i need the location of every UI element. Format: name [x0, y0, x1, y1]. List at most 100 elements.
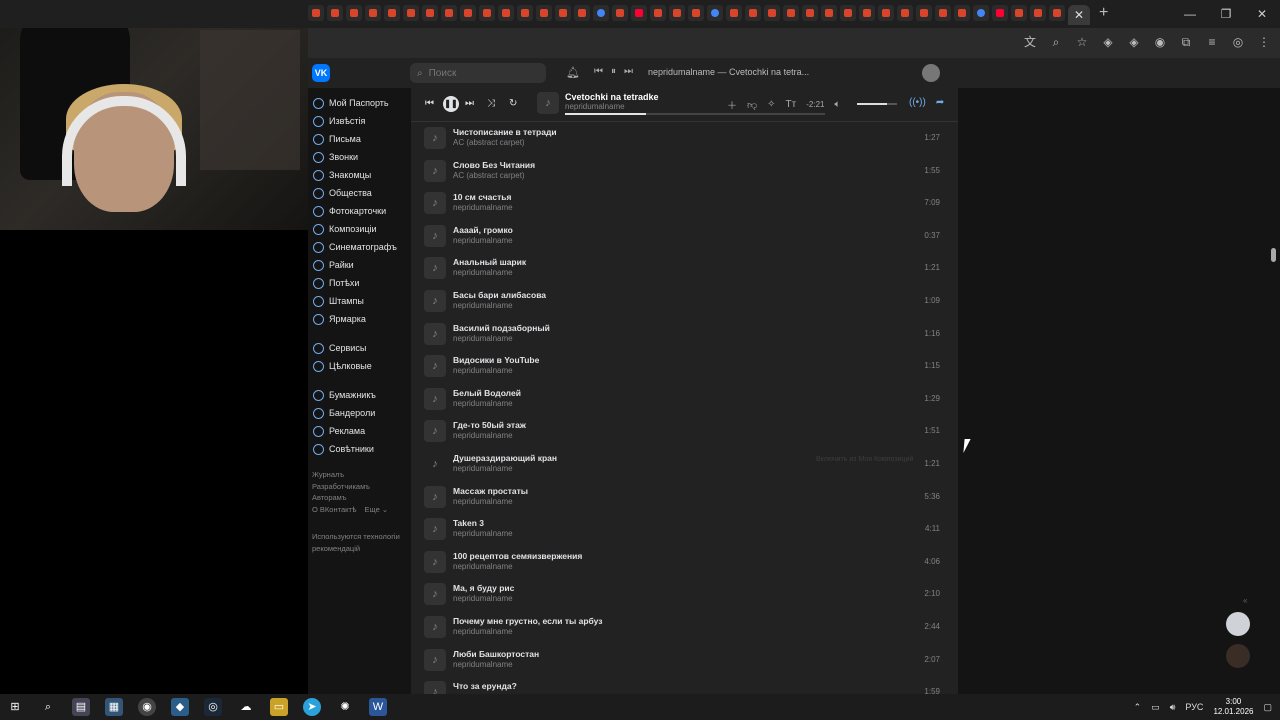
browser-tab[interactable]: [1049, 5, 1065, 21]
playback-progress-bar[interactable]: [565, 113, 825, 115]
folder-icon[interactable]: ▭: [270, 698, 288, 716]
footer-link-developers[interactable]: Разработчикамъ: [312, 481, 408, 493]
media-icon[interactable]: ≡: [1204, 34, 1220, 50]
track-title[interactable]: Где-то 50ый этаж: [453, 420, 526, 430]
share-icon[interactable]: ➦: [936, 97, 944, 108]
notifications-icon[interactable]: ▢: [1263, 702, 1272, 713]
track-cover-icon[interactable]: ♪: [424, 420, 446, 443]
volume-slider[interactable]: [857, 103, 897, 105]
track-artist[interactable]: nepridumalname: [453, 594, 513, 603]
app-icon[interactable]: ◆: [171, 698, 189, 716]
address-bar[interactable]: [312, 32, 1012, 54]
browser-tab[interactable]: [821, 5, 837, 21]
browser-tab[interactable]: [384, 5, 400, 21]
track-artist[interactable]: nepridumalname: [453, 366, 513, 375]
notifications-bell-icon[interactable]: 🔔︎: [566, 66, 580, 79]
browser-tab[interactable]: [916, 5, 932, 21]
zoom-icon[interactable]: ⌕: [1048, 34, 1064, 50]
mini-pause-icon[interactable]: ⏸: [611, 66, 616, 77]
track-title[interactable]: Василий подзаборный: [453, 323, 550, 333]
track-artist[interactable]: nepridumalname: [453, 431, 513, 440]
track-cover-icon[interactable]: ♪: [424, 159, 446, 182]
track-title[interactable]: Басы бари алибасова: [453, 290, 546, 300]
browser-tab[interactable]: [859, 5, 875, 21]
track-artist[interactable]: nepridumalname: [453, 660, 513, 669]
star-icon[interactable]: ☆: [1074, 34, 1090, 50]
browser-tab[interactable]: [669, 5, 685, 21]
track-title[interactable]: Массаж простаты: [453, 486, 528, 496]
browser-tab[interactable]: [764, 5, 780, 21]
scrollbar-thumb[interactable]: [1271, 248, 1276, 262]
minimize-button[interactable]: —: [1172, 0, 1208, 28]
dislike-icon[interactable]: 👎︎: [747, 99, 757, 111]
track-row[interactable]: ♪ Где-то 50ый этаж nepridumalname 1:51: [411, 417, 958, 450]
browser-tab[interactable]: [650, 5, 666, 21]
sidebar-item[interactable]: Знакомцы: [308, 166, 408, 184]
tray-chevron-icon[interactable]: ⌃: [1134, 702, 1142, 713]
track-cover-icon[interactable]: ♪: [424, 289, 446, 312]
track-row[interactable]: ♪ Анальный шарик nepridumalname 1:21: [411, 254, 958, 287]
mini-player-track[interactable]: nepridumalname — Cvetochki na tetra...: [648, 67, 809, 77]
browser-tab[interactable]: [327, 5, 343, 21]
speaker-icon[interactable]: 🔊︎: [1170, 702, 1176, 713]
track-title[interactable]: Аааай, громко: [453, 225, 513, 235]
track-row[interactable]: ♪ Басы бари алибасова nepridumalname 1:09: [411, 287, 958, 320]
active-tab-close-icon[interactable]: ✕: [1068, 5, 1090, 25]
telegram-icon[interactable]: ➤: [303, 698, 321, 716]
track-row[interactable]: ♪ Что за ерунда? 1:59: [411, 678, 958, 694]
browser-tab[interactable]: [536, 5, 552, 21]
sidebar-item[interactable]: Штампы: [308, 292, 408, 310]
app-icon[interactable]: ☁: [237, 698, 255, 716]
track-artist[interactable]: AC (abstract carpet): [453, 138, 525, 147]
browser-tab[interactable]: [992, 5, 1008, 21]
sidebar-item[interactable]: Письма: [308, 130, 408, 148]
new-tab-button[interactable]: +: [1099, 5, 1108, 23]
track-cover-icon[interactable]: ♪: [424, 224, 446, 247]
browser-tab[interactable]: [1011, 5, 1027, 21]
sidebar-item[interactable]: Мой Паспорть: [308, 94, 408, 112]
browser-tab[interactable]: [726, 5, 742, 21]
translate-icon[interactable]: 文: [1022, 34, 1038, 50]
collapse-chats-icon[interactable]: «: [1243, 596, 1247, 605]
browser-tab[interactable]: [878, 5, 894, 21]
sidebar-item[interactable]: Реклама: [308, 422, 408, 440]
track-cover-icon[interactable]: ♪: [424, 257, 446, 280]
track-title[interactable]: Слово Без Читания: [453, 160, 535, 170]
track-title[interactable]: Что за ерунда?: [453, 681, 517, 691]
track-cover-icon[interactable]: ♪: [424, 681, 446, 694]
track-title[interactable]: 10 см счастья: [453, 192, 511, 202]
close-window-button[interactable]: ✕: [1244, 0, 1280, 28]
track-title[interactable]: Ма, я буду рис: [453, 583, 514, 593]
current-track-title[interactable]: Cvetochki na tetradke: [565, 92, 659, 102]
track-cover-icon[interactable]: ♪: [424, 192, 446, 215]
repeat-icon[interactable]: ↻: [509, 98, 517, 109]
add-track-icon[interactable]: ＋: [727, 97, 737, 112]
track-artist[interactable]: nepridumalname: [453, 236, 513, 245]
browser-tab[interactable]: [460, 5, 476, 21]
track-row[interactable]: ♪ Слово Без Читания AC (abstract carpet) 1:…: [411, 157, 958, 190]
track-artist[interactable]: nepridumalname: [453, 627, 513, 636]
browser-tab[interactable]: [517, 5, 533, 21]
browser-tab[interactable]: [973, 5, 989, 21]
footer-more-link[interactable]: Еще ⌄: [365, 504, 389, 516]
track-cover-icon[interactable]: ♪: [424, 127, 446, 149]
browser-tab[interactable]: [745, 5, 761, 21]
sidebar-item[interactable]: Общества: [308, 184, 408, 202]
browser-tab[interactable]: [422, 5, 438, 21]
sidebar-item[interactable]: Композиціи: [308, 220, 408, 238]
clock[interactable]: 3:00 12.01.2026: [1213, 697, 1253, 717]
track-cover-icon[interactable]: ♪: [424, 322, 446, 345]
footer-link-authors[interactable]: Авторамъ: [312, 492, 408, 504]
shuffle-icon[interactable]: ⤨: [487, 98, 495, 109]
track-artist[interactable]: nepridumalname: [453, 497, 513, 506]
app-icon[interactable]: ✺: [336, 698, 354, 716]
track-artist[interactable]: nepridumalname: [453, 399, 513, 408]
track-cover-icon[interactable]: ♪: [424, 583, 446, 606]
track-row[interactable]: ♪ Taken 3 nepridumalname 4:11: [411, 515, 958, 548]
track-cover-icon[interactable]: ♪: [424, 648, 446, 671]
browser-tab[interactable]: [631, 5, 647, 21]
footer-link-about[interactable]: О ВКонтактѣ: [312, 504, 357, 516]
track-title[interactable]: Анальный шарик: [453, 257, 526, 267]
chat-avatar[interactable]: [1226, 644, 1250, 668]
track-title[interactable]: Почему мне грустно, если ты арбуз: [453, 616, 603, 626]
